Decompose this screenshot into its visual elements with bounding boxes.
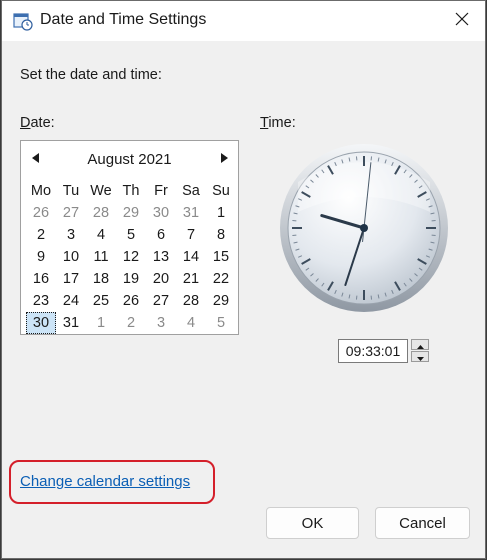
- time-input[interactable]: 09:33:01: [338, 339, 408, 363]
- calendar-day[interactable]: 4: [86, 224, 116, 246]
- calendar-day[interactable]: 22: [206, 268, 236, 290]
- calendar-day[interactable]: 5: [116, 224, 146, 246]
- weekday-header: Sa: [182, 183, 200, 199]
- weekday-header: Fr: [154, 183, 168, 199]
- weekday-header: Th: [122, 183, 140, 199]
- calendar-day[interactable]: 16: [26, 268, 56, 290]
- calendar-day[interactable]: 27: [56, 202, 86, 224]
- calendar-day[interactable]: 15: [206, 246, 236, 268]
- calendar-day[interactable]: 30: [26, 312, 56, 334]
- calendar-day[interactable]: 27: [146, 290, 176, 312]
- calendar-clock-icon: [13, 11, 33, 31]
- calendar-day[interactable]: 8: [206, 224, 236, 246]
- time-spinner: [411, 339, 429, 363]
- calendar-day[interactable]: 29: [116, 202, 146, 224]
- calendar-day[interactable]: 3: [146, 312, 176, 334]
- close-button[interactable]: [439, 1, 485, 41]
- calendar-day[interactable]: 24: [56, 290, 86, 312]
- calendar-day[interactable]: 1: [206, 202, 236, 224]
- calendar-day[interactable]: 2: [26, 224, 56, 246]
- calendar-day[interactable]: 31: [176, 202, 206, 224]
- calendar-day[interactable]: 20: [146, 268, 176, 290]
- analog-clock: [280, 144, 448, 312]
- calendar-day[interactable]: 25: [86, 290, 116, 312]
- calendar-day[interactable]: 7: [176, 224, 206, 246]
- calendar-day[interactable]: 21: [176, 268, 206, 290]
- calendar-day[interactable]: 11: [86, 246, 116, 268]
- date-label-accesskey: D: [20, 115, 31, 131]
- calendar-day[interactable]: 12: [116, 246, 146, 268]
- close-icon: [455, 12, 469, 31]
- calendar-day[interactable]: 19: [116, 268, 146, 290]
- clock-center-cap: [360, 224, 368, 232]
- calendar-day[interactable]: 6: [146, 224, 176, 246]
- cancel-button[interactable]: Cancel: [375, 507, 470, 539]
- calendar-day[interactable]: 28: [176, 290, 206, 312]
- change-calendar-settings-link[interactable]: Change calendar settings: [20, 473, 190, 490]
- weekday-header: Su: [212, 183, 230, 199]
- title-bar: Date and Time Settings: [2, 1, 485, 41]
- calendar-day[interactable]: 3: [56, 224, 86, 246]
- calendar-day[interactable]: 30: [146, 202, 176, 224]
- date-label: Date:: [20, 115, 55, 131]
- calendar-day[interactable]: 26: [116, 290, 146, 312]
- arrow-down-icon: [416, 348, 424, 366]
- calendar-day[interactable]: 4: [176, 312, 206, 334]
- calendar-day[interactable]: 18: [86, 268, 116, 290]
- date-time-dialog: Date and Time Settings Set the date and …: [1, 0, 486, 559]
- calendar-day[interactable]: 26: [26, 202, 56, 224]
- month-year-title[interactable]: August 2021: [21, 151, 238, 168]
- calendar-day[interactable]: 23: [26, 290, 56, 312]
- calendar-header: August 2021: [21, 149, 238, 169]
- calendar-day[interactable]: 1: [86, 312, 116, 334]
- arrow-right-icon: [220, 150, 228, 168]
- time-decrease-button[interactable]: [411, 351, 429, 362]
- window-title: Date and Time Settings: [40, 11, 207, 28]
- calendar-control[interactable]: August 2021 Mo Tu We Th Fr Sa Su 26 27 28 29 30 31 1 2…: [20, 140, 239, 335]
- next-month-button[interactable]: [217, 151, 231, 167]
- calendar-day[interactable]: 29: [206, 290, 236, 312]
- calendar-day-grid: Mo Tu We Th Fr Sa Su 26 27 28 29 30 31 1 2 3 4 5 6 7 8 9 10 11 1…: [26, 180, 235, 334]
- time-label-rest: ime:: [268, 115, 296, 131]
- ok-button[interactable]: OK: [266, 507, 359, 539]
- time-label: Time:: [260, 115, 296, 131]
- calendar-day[interactable]: 28: [86, 202, 116, 224]
- calendar-day[interactable]: 10: [56, 246, 86, 268]
- calendar-day[interactable]: 31: [56, 312, 86, 334]
- calendar-day[interactable]: 9: [26, 246, 56, 268]
- date-label-rest: ate:: [30, 115, 55, 131]
- calendar-day[interactable]: 2: [116, 312, 146, 334]
- weekday-header: Tu: [62, 183, 80, 199]
- calendar-day[interactable]: 14: [176, 246, 206, 268]
- calendar-day[interactable]: 13: [146, 246, 176, 268]
- weekday-header: Mo: [30, 183, 52, 199]
- calendar-day[interactable]: 17: [56, 268, 86, 290]
- weekday-header: We: [90, 183, 112, 199]
- instruction-heading: Set the date and time:: [20, 67, 162, 83]
- calendar-day[interactable]: 5: [206, 312, 236, 334]
